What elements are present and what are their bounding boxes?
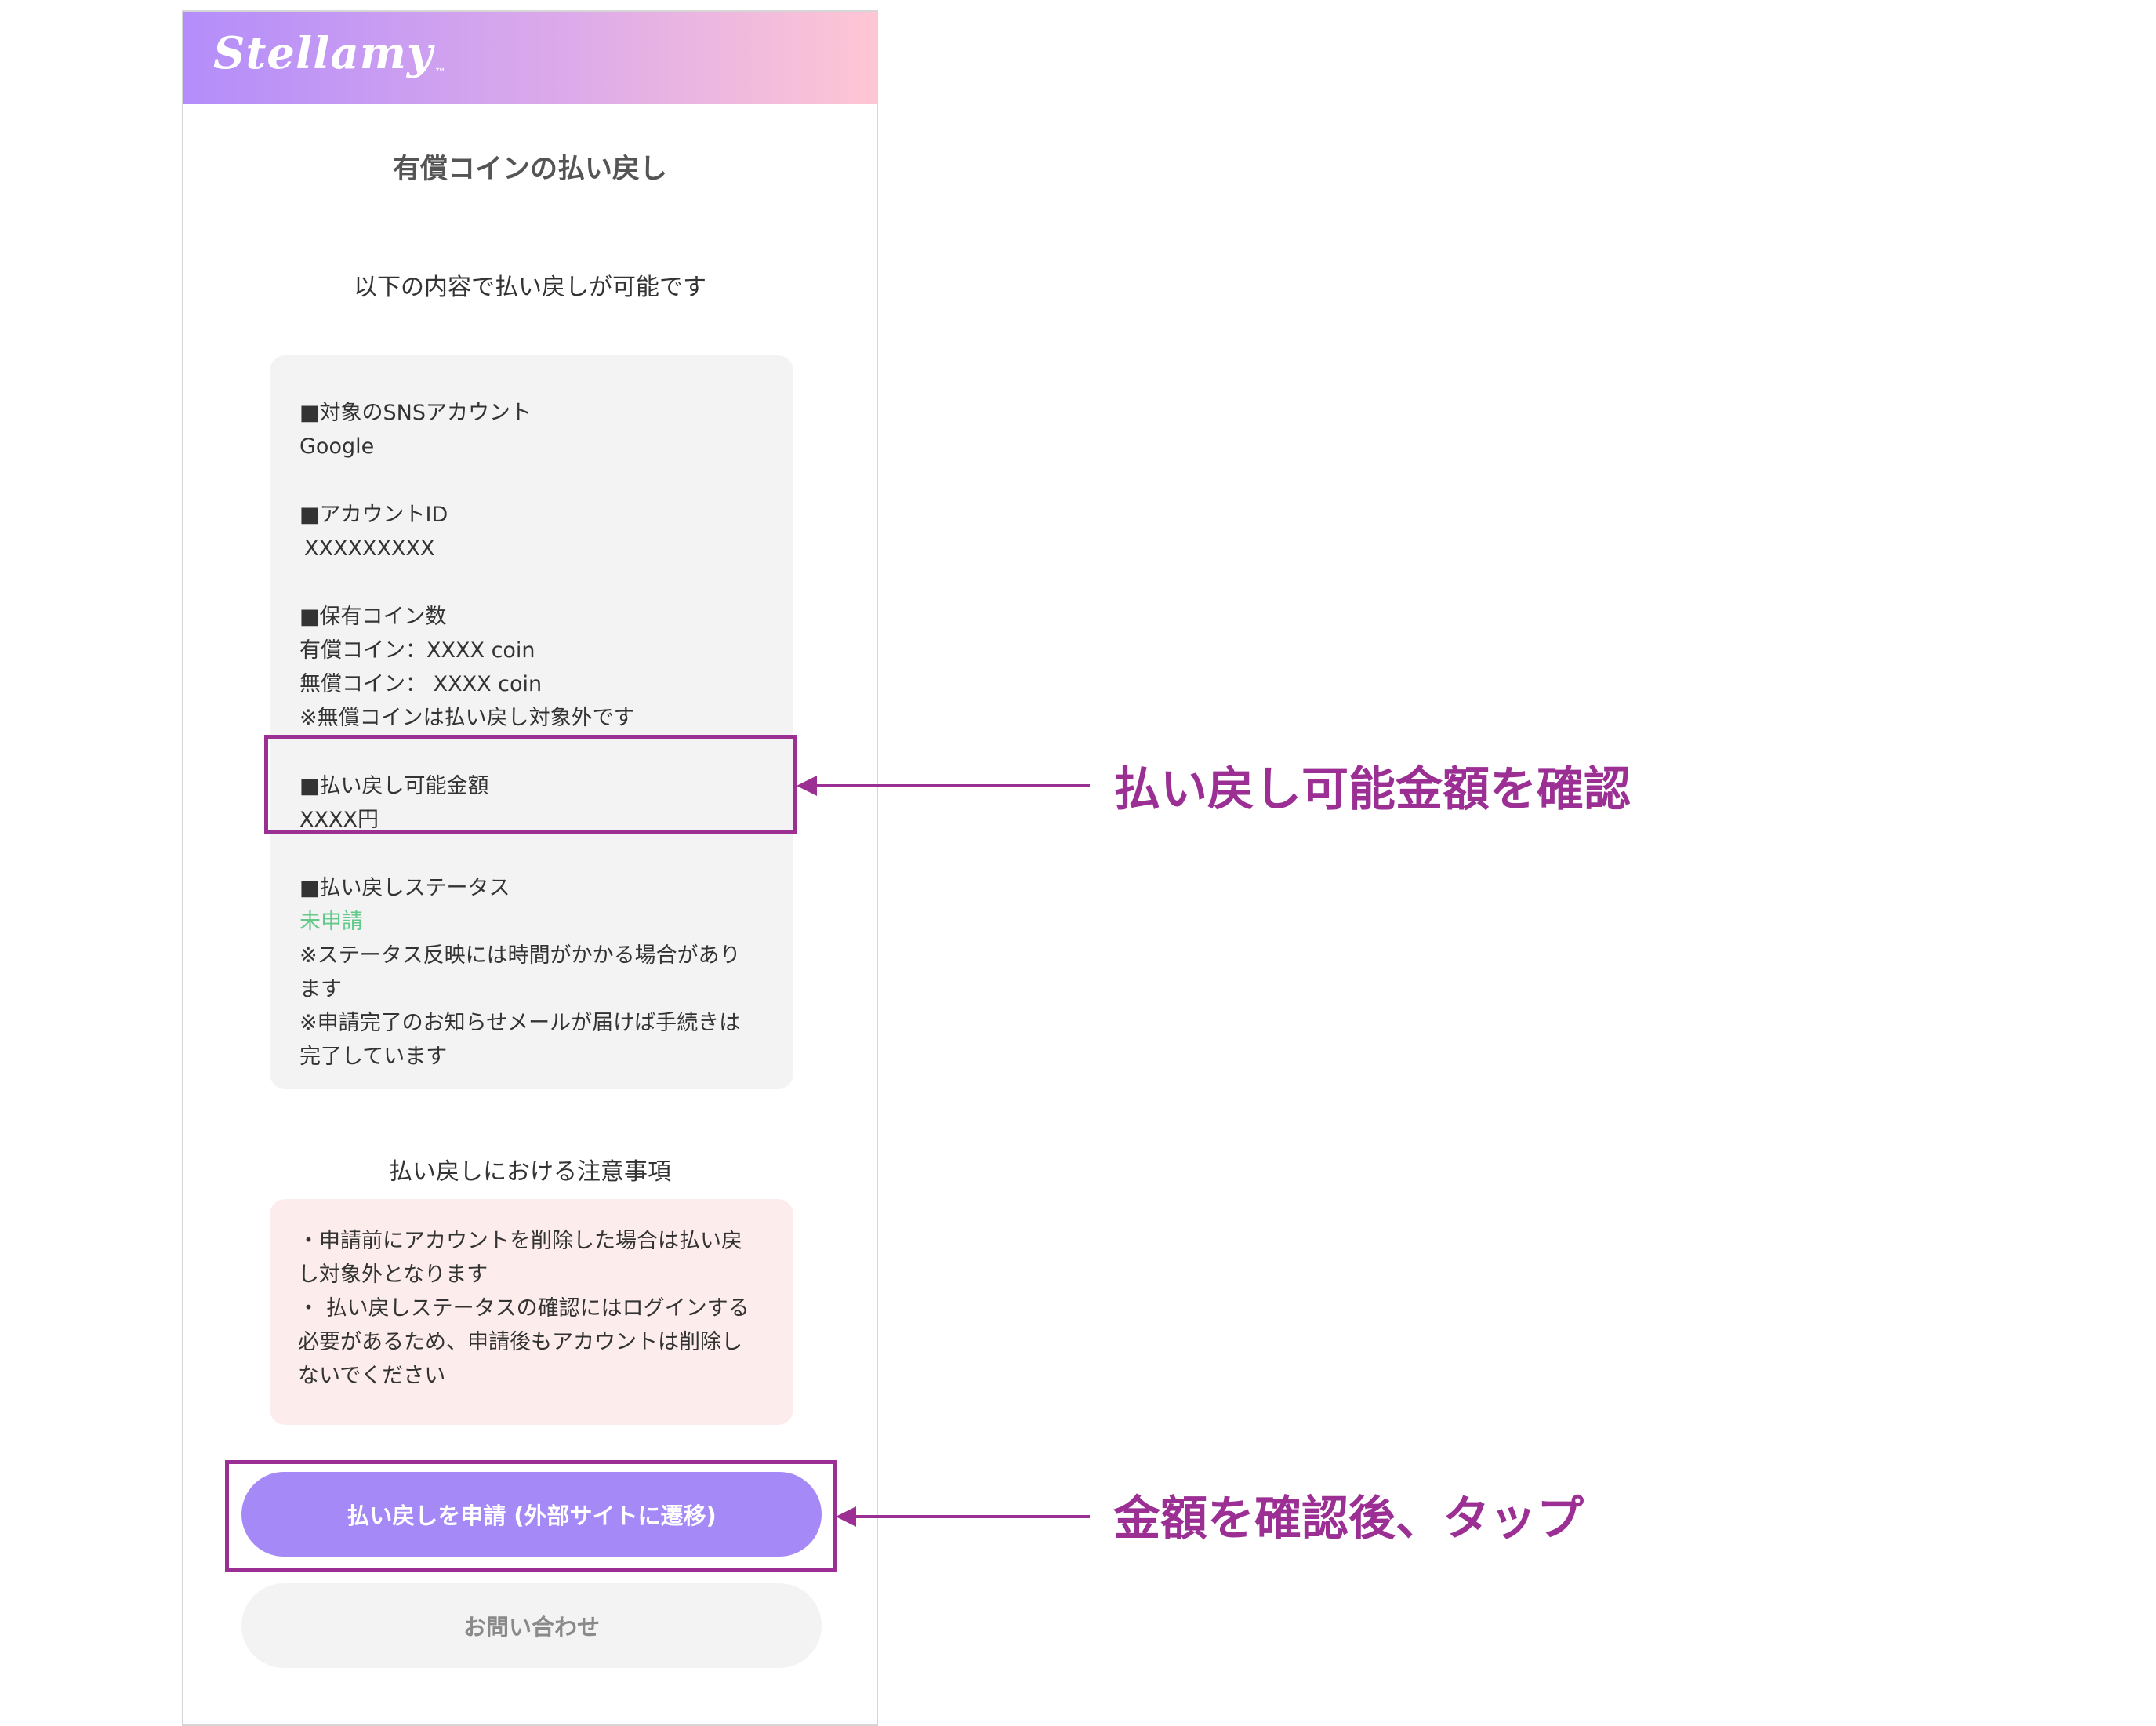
free-coin-note: ※無償コインは払い戻し対象外です (299, 706, 635, 730)
refund-status-value: 未申請 (299, 910, 363, 934)
mail-note-line2: 完了しています (299, 1045, 448, 1069)
notice-line: ないでください (298, 1364, 446, 1388)
refund-info-card: ■対象のSNSアカウント Google ■アカウントID XXXXXXXXX ■… (270, 355, 793, 1089)
coin-balance-label: ■保有コイン数 (299, 605, 447, 629)
status-note-line2: ます (299, 977, 342, 1001)
amount-arrow-line (815, 784, 1090, 787)
page-title: 有償コインの払い戻し (392, 154, 667, 185)
intro-text: 以下の内容で払い戻しが可能です (354, 274, 706, 301)
tap-arrow-head (836, 1506, 856, 1527)
account-id-label: ■アカウントID (299, 503, 448, 527)
refund-status-section: ■払い戻しステータス 未申請 ※ステータス反映には時間がかかる場合があり ます … (270, 871, 793, 1074)
notice-title: 払い戻しにおける注意事項 (389, 1158, 671, 1186)
logo-text: Stellamy (213, 27, 434, 79)
notice-line: 必要があるため、申請後もアカウントは削除し (298, 1330, 742, 1354)
coin-balance-section: ■保有コイン数 有償コイン：XXXX coin 無償コイン： XXXX coin… (270, 600, 793, 735)
amount-arrow-head (797, 776, 817, 796)
notice-line: ・申請前にアカウントを削除した場合は払い戻 (298, 1229, 742, 1253)
refund-amount-highlight (264, 735, 797, 834)
logo-trademark: ™ (434, 67, 447, 79)
tap-arrow-line (855, 1515, 1090, 1518)
mail-note-line1: ※申請完了のお知らせメールが届けば手続きは (299, 1011, 741, 1035)
stellamy-logo[interactable]: Stellamy ™ (213, 27, 447, 79)
tap-annotation: 金額を確認後、タップ (1113, 1492, 1584, 1546)
paid-coin-value: 有償コイン：XXXX coin (299, 638, 535, 663)
notice-card: ・申請前にアカウントを削除した場合は払い戻 し対象外となります ・ 払い戻しステ… (270, 1199, 793, 1425)
account-id-value: XXXXXXXXX (304, 536, 435, 561)
notice-text: ・申請前にアカウントを削除した場合は払い戻 し対象外となります ・ 払い戻しステ… (298, 1224, 768, 1393)
apply-button-highlight (225, 1460, 837, 1572)
contact-button[interactable]: お問い合わせ (241, 1583, 822, 1668)
free-coin-value: 無償コイン： XXXX coin (299, 672, 543, 696)
notice-line: し対象外となります (298, 1263, 488, 1287)
status-note-line1: ※ステータス反映には時間がかかる場合があり (299, 943, 741, 968)
sns-account-section: ■対象のSNSアカウント Google (270, 396, 793, 463)
refund-status-label: ■払い戻しステータス (299, 876, 510, 900)
account-id-section: ■アカウントID XXXXXXXXX (270, 498, 793, 565)
notice-line: ・ 払い戻しステータスの確認にはログインする (298, 1296, 750, 1321)
sns-account-label: ■対象のSNSアカウント (299, 401, 532, 425)
sns-account-value: Google (299, 434, 375, 459)
app-header: Stellamy ™ (183, 12, 877, 104)
amount-annotation: 払い戻し可能金額を確認 (1113, 762, 1631, 817)
